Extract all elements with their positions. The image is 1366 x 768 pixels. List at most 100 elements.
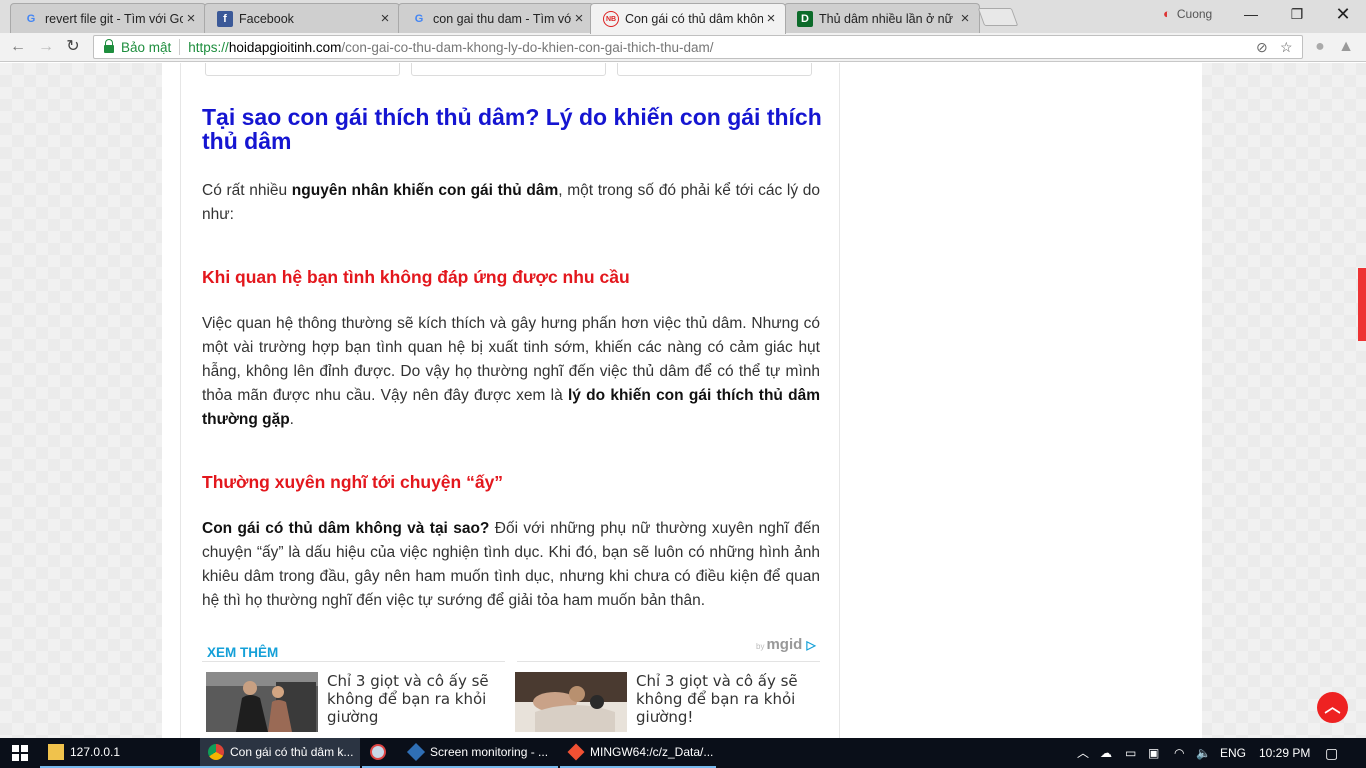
- tab-thu-dam-nhieu-lan[interactable]: D Thủ dâm nhiều lần ở nữ g ×: [784, 3, 980, 33]
- back-icon[interactable]: ←: [8, 37, 28, 57]
- tab-title: Facebook: [239, 11, 294, 26]
- mgid-brand: mgid: [766, 636, 803, 653]
- taskbar-item-mingw[interactable]: MINGW64:/c/z_Data/...: [560, 738, 716, 768]
- address-bar[interactable]: Bảo mật https://hoidapgioitinh.com/con-g…: [93, 35, 1303, 59]
- intro-bold: nguyên nhân khiến con gái thủ dâm: [291, 182, 559, 199]
- battery-icon[interactable]: ▭: [1125, 738, 1136, 768]
- related-card[interactable]: Chỉ 3 giọt và cô ấy sẽ không để bạn ra k…: [511, 672, 817, 738]
- tab-strip: G revert file git - Tìm với Gc × f Faceb…: [0, 0, 1366, 34]
- related-heading: XEM THÊM: [207, 645, 279, 660]
- browser-toolbar: ← → ↻ Bảo mật https://hoidapgioitinh.com…: [0, 33, 1366, 62]
- taskbar-label: 127.0.0.1: [70, 745, 121, 759]
- close-icon[interactable]: ×: [377, 10, 393, 27]
- intro-paragraph: Có rất nhiều nguyên nhân khiến con gái t…: [202, 179, 820, 227]
- article-body: Tại sao con gái thích thủ dâm? Lý do khi…: [180, 63, 840, 738]
- tab-facebook[interactable]: f Facebook ×: [204, 3, 400, 33]
- volume-icon[interactable]: 🔈: [1196, 738, 1211, 768]
- hoidap-icon: NB: [603, 11, 619, 27]
- section-2-title: Thường xuyên nghĩ tới chuyện “ấy”: [202, 472, 504, 492]
- related-thumbnail[interactable]: [206, 672, 318, 732]
- notification-icon[interactable]: ▢: [1325, 738, 1338, 768]
- windows-taskbar: 127.0.0.1 Con gái có thủ dâm k... Screen…: [0, 738, 1366, 768]
- tab-active-article[interactable]: NB Con gái có thủ dâm khôn ×: [590, 3, 786, 34]
- close-icon[interactable]: ×: [763, 11, 779, 27]
- chrome-icon: [208, 744, 224, 760]
- taskbar-label: Con gái có thủ dâm k...: [230, 745, 354, 759]
- close-icon[interactable]: ×: [571, 10, 587, 27]
- mgid-logo[interactable]: by mgid ▷: [756, 636, 816, 653]
- security-label: Bảo mật: [121, 39, 172, 55]
- bookmark-star-icon[interactable]: ☆: [1280, 39, 1293, 56]
- intro-text: Có rất nhiều: [202, 182, 292, 199]
- page-viewport: Tại sao con gái thích thủ dâm? Lý do khi…: [0, 63, 1366, 738]
- facebook-icon: f: [217, 10, 233, 27]
- omnibox-divider: [179, 39, 181, 55]
- google-icon: G: [414, 12, 424, 25]
- windows-icon: [12, 745, 28, 761]
- tab-title: Con gái có thủ dâm khôn: [625, 12, 763, 26]
- top-card[interactable]: [411, 63, 606, 76]
- folder-icon: [48, 744, 64, 760]
- forward-icon[interactable]: →: [36, 37, 56, 57]
- maximize-button[interactable]: ❐: [1274, 0, 1320, 28]
- start-button[interactable]: [0, 738, 40, 768]
- taskbar-label: Screen monitoring - ...: [430, 745, 549, 759]
- section-1-paragraph: Việc quan hệ thông thường sẽ kích thích …: [202, 312, 820, 432]
- antivirus-icon[interactable]: ☁: [1100, 738, 1112, 768]
- taskbar-item-explorer[interactable]: 127.0.0.1: [40, 738, 200, 768]
- lock-icon: [104, 39, 114, 53]
- tab-title: revert file git - Tìm với Gc: [45, 11, 183, 26]
- section-2-paragraph: Con gái có thủ dâm không và tại sao? Đối…: [202, 517, 820, 613]
- tab-revert-file-git[interactable]: G revert file git - Tìm với Gc ×: [10, 3, 206, 33]
- section-2-bold: Con gái có thủ dâm không và tại sao?: [202, 520, 490, 537]
- related-card-title[interactable]: Chỉ 3 giọt và cô ấy sẽ không để bạn ra k…: [327, 672, 507, 726]
- section-1-end: .: [289, 411, 294, 428]
- extension-icon[interactable]: ●: [1310, 37, 1330, 57]
- google-icon: G: [26, 12, 36, 25]
- url-path: /con-gai-co-thu-dam-khong-ly-do-khien-co…: [341, 39, 714, 55]
- virtualbox-icon: [406, 742, 426, 762]
- minimize-button[interactable]: —: [1228, 0, 1274, 28]
- close-icon[interactable]: ×: [957, 10, 973, 27]
- taskbar-item-chrome[interactable]: Con gái có thủ dâm k...: [200, 738, 360, 768]
- related-card[interactable]: Chỉ 3 giọt và cô ấy sẽ không để bạn ra k…: [202, 672, 508, 738]
- related-divider: [202, 661, 820, 662]
- d-site-icon: D: [797, 10, 813, 27]
- tab-title: Thủ dâm nhiều lần ở nữ g: [819, 11, 957, 26]
- url-host: hoidapgioitinh.com: [228, 39, 342, 55]
- url-scheme: https://: [188, 39, 229, 55]
- close-icon[interactable]: ×: [183, 10, 199, 27]
- new-tab-button[interactable]: [977, 8, 1019, 26]
- taskbar-item-paint[interactable]: [362, 738, 400, 768]
- profile-button[interactable]: ◐ Cuong: [1163, 6, 1212, 21]
- paint-icon: [370, 744, 386, 760]
- reload-icon[interactable]: ↻: [63, 37, 83, 57]
- top-card[interactable]: [617, 63, 812, 76]
- git-icon: [567, 743, 585, 761]
- close-window-button[interactable]: ✕: [1320, 0, 1366, 28]
- side-scroll-marker[interactable]: [1358, 268, 1366, 341]
- profile-name: Cuong: [1176, 6, 1213, 21]
- chevron-up-icon: ︿: [1324, 699, 1341, 716]
- blocked-content-icon[interactable]: ⊘: [1256, 39, 1268, 56]
- related-thumbnail[interactable]: [515, 672, 627, 732]
- tab-title: con gai thu dam - Tìm với: [433, 11, 571, 26]
- taskbar-item-virtualbox[interactable]: Screen monitoring - ...: [400, 738, 558, 768]
- taskbar-label: MINGW64:/c/z_Data/...: [590, 745, 714, 759]
- top-card[interactable]: [205, 63, 400, 76]
- tab-con-gai-thu-dam[interactable]: G con gai thu dam - Tìm với ×: [398, 3, 594, 33]
- clock[interactable]: 10:29 PM: [1259, 738, 1310, 768]
- tray-chevron-up-icon[interactable]: ︿: [1077, 738, 1089, 768]
- section-1-title: Khi quan hệ bạn tình không đáp ứng được …: [202, 267, 630, 287]
- content-wrapper: Tại sao con gái thích thủ dâm? Lý do khi…: [162, 63, 1202, 738]
- mgid-by: by: [756, 642, 765, 651]
- wifi-icon[interactable]: ◠: [1174, 738, 1184, 768]
- extension-2-icon[interactable]: ▲: [1336, 37, 1356, 57]
- related-card-title[interactable]: Chỉ 3 giọt và cô ấy sẽ không để bạn ra k…: [636, 672, 816, 726]
- back-to-top-button[interactable]: ︿: [1317, 692, 1348, 723]
- input-language[interactable]: ENG: [1220, 738, 1246, 768]
- profile-icon: ◐: [1163, 6, 1171, 21]
- play-icon: ▷: [806, 638, 816, 652]
- tray-app-icon[interactable]: ▣: [1148, 738, 1159, 768]
- article-heading: Tại sao con gái thích thủ dâm? Lý do khi…: [202, 104, 822, 154]
